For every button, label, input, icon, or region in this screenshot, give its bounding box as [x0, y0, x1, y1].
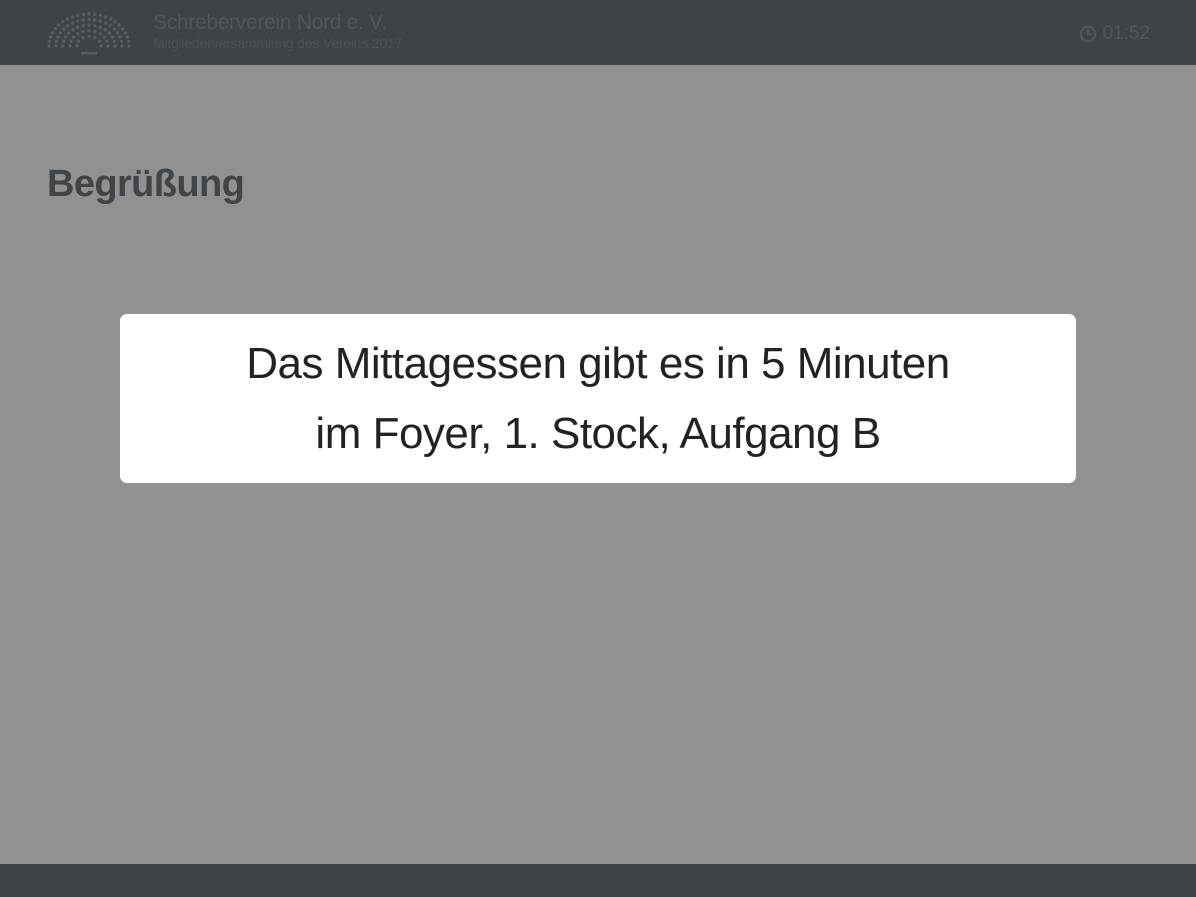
announcement-box: Das Mittagessen gibt es in 5 Minuten im … [120, 314, 1076, 483]
announcement-line-1: Das Mittagessen gibt es in 5 Minuten [246, 338, 950, 388]
announcement-line-2: im Foyer, 1. Stock, Aufgang B [315, 408, 881, 458]
